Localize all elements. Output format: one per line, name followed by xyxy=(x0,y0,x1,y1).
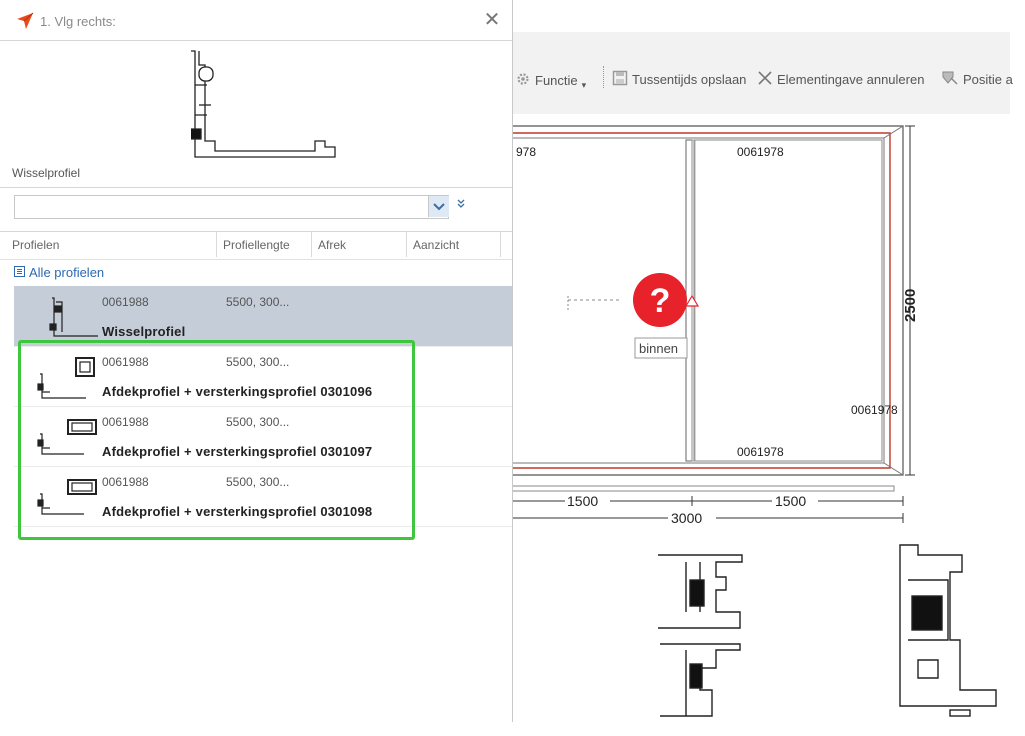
save-label: Tussentijds opslaan xyxy=(632,72,747,87)
profile-code: 0061988 xyxy=(102,295,149,309)
toolbar-separator xyxy=(603,66,605,88)
question-warning-icon[interactable]: ? xyxy=(633,273,700,327)
tree-collapse-icon[interactable] xyxy=(14,265,25,280)
profile-filter-combo[interactable] xyxy=(14,195,449,219)
column-header-afrek[interactable]: Afrek xyxy=(318,238,346,252)
profile-code: 0061988 xyxy=(102,475,149,489)
profile-label-bottom: 0061978 xyxy=(737,445,784,459)
profile-length: 5500, 300... xyxy=(226,295,290,309)
profile-preview-image xyxy=(191,50,336,158)
cancel-element-button[interactable]: Elementingave annuleren xyxy=(757,70,924,89)
profile-label-top-left: 978 xyxy=(516,145,536,159)
functie-button[interactable]: Functie ▾ xyxy=(515,70,586,91)
section-frame-profile xyxy=(899,544,997,717)
chevron-down-icon[interactable] xyxy=(428,196,449,217)
column-separator xyxy=(216,232,217,257)
position-label: Positie a xyxy=(963,72,1013,87)
profile-name: Afdekprofiel + versterkingsprofiel 03010… xyxy=(102,504,373,519)
close-icon[interactable]: ✕ xyxy=(482,10,502,30)
profile-name: Wisselprofiel xyxy=(102,324,186,339)
window-frame xyxy=(512,125,904,492)
profile-code: 0061988 xyxy=(102,355,149,369)
profile-label-top-right: 0061978 xyxy=(737,145,784,159)
binnen-label: binnen xyxy=(639,341,678,356)
dim-height-label: 2500 xyxy=(902,289,919,322)
table-row[interactable]: 0061988 5500, 300... Wisselprofiel xyxy=(14,286,512,347)
warning-glyph: ? xyxy=(650,282,671,320)
section-meeting-profile xyxy=(658,554,743,717)
profile-length: 5500, 300... xyxy=(226,355,290,369)
dialog-title: 1. Vlg rechts: xyxy=(40,14,116,29)
table-row[interactable]: 0061988 5500, 300... Afdekprofiel + vers… xyxy=(14,466,512,527)
column-separator xyxy=(311,232,312,257)
profile-thumbnail xyxy=(37,419,97,455)
dim-total-label: 3000 xyxy=(671,510,702,526)
profile-thumbnail xyxy=(49,297,98,337)
preview-label: Wisselprofiel xyxy=(12,166,81,180)
profile-name: Afdekprofiel + versterkingsprofiel 03010… xyxy=(102,444,373,459)
profile-dialog: 1. Vlg rechts: ✕ Wisselprofiel Profielen… xyxy=(0,0,513,722)
double-chevron-icon[interactable] xyxy=(456,198,466,212)
functie-label: Functie xyxy=(535,73,578,88)
profile-thumbnail xyxy=(37,479,97,515)
group-label: Alle profielen xyxy=(29,265,105,280)
save-icon xyxy=(612,70,628,89)
dim-left-label: 1500 xyxy=(567,493,598,509)
profile-length: 5500, 300... xyxy=(226,475,290,489)
technical-drawing[interactable]: 978 0061978 0061978 0061978 ? binnen 250… xyxy=(512,115,1025,736)
table-row[interactable]: 0061988 5500, 300... Afdekprofiel + vers… xyxy=(14,346,512,407)
column-separator xyxy=(406,232,407,257)
profile-name: Afdekprofiel + versterkingsprofiel 03010… xyxy=(102,384,373,399)
table-row[interactable]: 0061988 5500, 300... Afdekprofiel + vers… xyxy=(14,406,512,467)
gear-icon xyxy=(515,71,531,90)
close-x-icon xyxy=(757,70,773,89)
position-button[interactable]: Positie a xyxy=(941,70,1013,89)
dim-right-label: 1500 xyxy=(775,493,806,509)
group-row-alle-profielen[interactable]: Alle profielen xyxy=(14,265,104,280)
profile-thumbnail xyxy=(37,357,95,399)
column-separator xyxy=(500,232,501,257)
profile-code: 0061988 xyxy=(102,415,149,429)
column-header-aanzicht[interactable]: Aanzicht xyxy=(413,238,459,252)
small-dropdown-icon: ▾ xyxy=(581,80,587,90)
arrow-cursor-icon xyxy=(16,12,34,35)
column-header-profiellengte[interactable]: Profiellengte xyxy=(223,238,290,252)
cancel-label: Elementingave annuleren xyxy=(777,72,925,87)
column-header-profielen[interactable]: Profielen xyxy=(12,238,59,252)
save-intermediate-button[interactable]: Tussentijds opslaan xyxy=(612,70,746,89)
profile-length: 5500, 300... xyxy=(226,415,290,429)
position-icon xyxy=(941,70,959,89)
profile-label-right: 0061978 xyxy=(851,403,898,417)
